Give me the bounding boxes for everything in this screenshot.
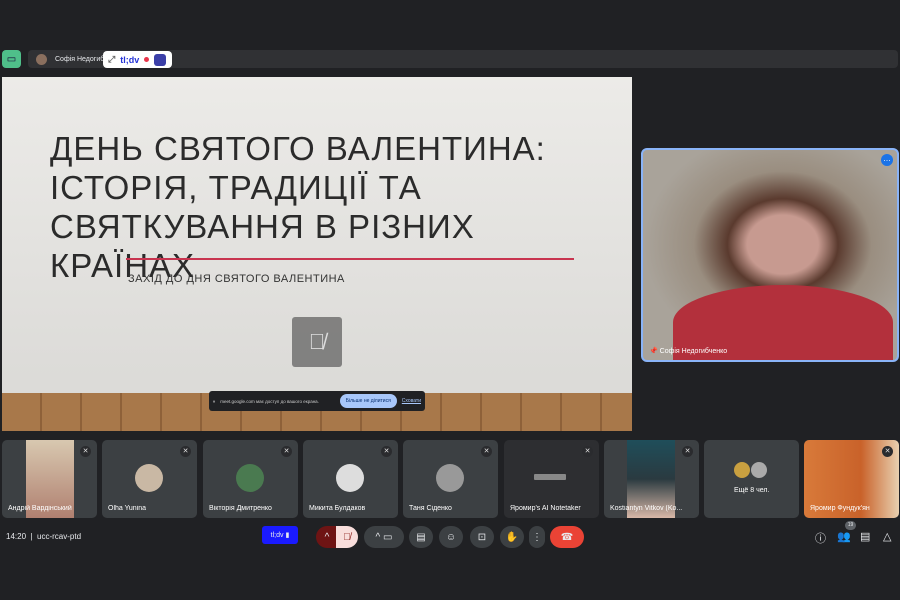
shared-screen: ДЕНЬ СВЯТОГО ВАЛЕНТИНА: ІСТОРІЯ, ТРАДИЦІ…	[2, 77, 632, 431]
expand-icon[interactable]: ⤢	[108, 54, 115, 65]
slide-title: ДЕНЬ СВЯТОГО ВАЛЕНТИНА: ІСТОРІЯ, ТРАДИЦІ…	[50, 130, 546, 284]
mic-muted-icon: ✕	[80, 446, 91, 457]
more-participants-tile[interactable]: Ещё 8 чел.	[704, 440, 799, 518]
mic-muted-icon: ✕	[481, 446, 492, 457]
screen-share-bar: ⏸ meet.google.com має доступ до вашого е…	[209, 391, 425, 411]
reactions-button[interactable]: ☺	[439, 526, 463, 548]
participant-name: 📌 Софія Недогибченко	[649, 348, 728, 355]
people-count-badge: 19	[845, 521, 856, 530]
participant-tile[interactable]: ✕ Микита Булдаков	[303, 440, 398, 518]
clock: 14:20	[6, 532, 27, 541]
raise-hand-button[interactable]: ✋	[500, 526, 524, 548]
participant-tile[interactable]: ✕ Kostiantyn Vitkov (Ko...	[604, 440, 699, 518]
participant-tile[interactable]: ✕ Андрій Вардінський	[2, 440, 97, 518]
recording-icon	[144, 57, 150, 62]
tldv-mic-icon[interactable]	[154, 53, 167, 66]
tldv-label: tl;dv	[270, 531, 284, 539]
meeting-code: ucc-rcav-ptd	[37, 532, 82, 541]
more-options-icon[interactable]: …	[881, 154, 893, 166]
pinned-video-tile[interactable]: … 📌 Софія Недогибченко	[641, 148, 899, 362]
mic-off-icon: 🎙̸	[292, 317, 342, 367]
avatar	[734, 462, 750, 478]
tldv-button[interactable]: tl;dv ▮	[262, 526, 298, 544]
avatar	[135, 464, 163, 492]
avatar	[436, 464, 464, 492]
mic-muted-icon: ✕	[281, 446, 292, 457]
camera-icon: ^ ▭	[375, 531, 393, 543]
participant-name: Микита Булдаков	[309, 505, 366, 512]
more-icon: ⋮	[532, 531, 542, 543]
participant-name: Вікторія Дмитренко	[209, 505, 272, 512]
mic-options-button[interactable]: ^	[316, 526, 338, 548]
mic-muted-icon: ✕	[180, 446, 191, 457]
stop-sharing-button[interactable]: Більше не ділитися	[339, 394, 397, 408]
tldv-widget[interactable]: ⤢ tl;dv	[103, 51, 172, 68]
participant-name: Яромир Фундук'ян	[810, 505, 870, 512]
camera-button[interactable]: ^ ▭	[364, 526, 404, 548]
participant-tile[interactable]: ✕ Olha Yunina	[102, 440, 197, 518]
name-text: Софія Недогибченко	[659, 348, 728, 355]
slide-divider	[126, 258, 574, 260]
share-message: meet.google.com має доступ до вашого екр…	[220, 398, 319, 404]
hand-icon: ✋	[505, 531, 519, 543]
end-call-icon: ☎	[560, 531, 574, 543]
meeting-info: 14:20 | ucc-rcav-ptd	[6, 532, 82, 541]
people-icon[interactable]: 👥	[837, 530, 851, 543]
avatar	[336, 464, 364, 492]
slide-subtitle: ЗАХІД ДО ДНЯ СВЯТОГО ВАЛЕНТИНА	[128, 273, 345, 285]
emoji-icon: ☺	[445, 531, 457, 543]
captions-button[interactable]: ▤	[409, 526, 433, 548]
leave-call-button[interactable]: ☎	[550, 526, 584, 548]
activities-icon[interactable]: △	[883, 530, 891, 543]
drag-handle-icon[interactable]: ⏸	[213, 399, 215, 404]
participant-tile[interactable]: ✕ Таня Сіденко	[403, 440, 498, 518]
present-icon: ⊡	[477, 531, 487, 543]
mic-muted-icon: ✕	[381, 446, 392, 457]
chat-icon[interactable]: ▤	[860, 530, 870, 543]
mic-muted-icon: ✕	[682, 446, 693, 457]
tldv-logo: tl;dv	[120, 54, 140, 65]
notetaker-logo	[534, 474, 566, 480]
participant-tile[interactable]: ✕ Яромир Фундук'ян	[804, 440, 899, 518]
participant-tile[interactable]: ✕ Вікторія Дмитренко	[203, 440, 298, 518]
hide-button[interactable]: Сховати	[402, 398, 421, 404]
mic-off-icon: 🎙̸	[343, 531, 351, 543]
mic-muted-icon: ✕	[882, 446, 893, 457]
present-button[interactable]: ⊡	[470, 526, 494, 548]
participant-name: Яромир's AI Notetaker	[510, 505, 581, 512]
avatar	[751, 462, 767, 478]
participant-name: Olha Yunina	[108, 505, 147, 512]
participant-name: Таня Сіденко	[409, 505, 452, 512]
avatar	[36, 53, 47, 65]
participant-tile[interactable]: ✕ Яромир's AI Notetaker	[504, 440, 599, 518]
info-icon[interactable]: ⓘ	[815, 530, 826, 546]
presentation-icon[interactable]: ▭	[2, 50, 21, 68]
participant-name: Kostiantyn Vitkov (Ko...	[610, 505, 683, 512]
participant-name: Андрій Вардінський	[8, 505, 72, 512]
more-options-button[interactable]: ⋮	[529, 526, 545, 548]
avatar	[236, 464, 264, 492]
mic-toggle-button[interactable]: 🎙̸	[336, 526, 358, 548]
mic-muted-icon: ✕	[582, 446, 593, 457]
more-count: Ещё 8 чел.	[734, 487, 770, 494]
captions-icon: ▤	[416, 531, 426, 543]
